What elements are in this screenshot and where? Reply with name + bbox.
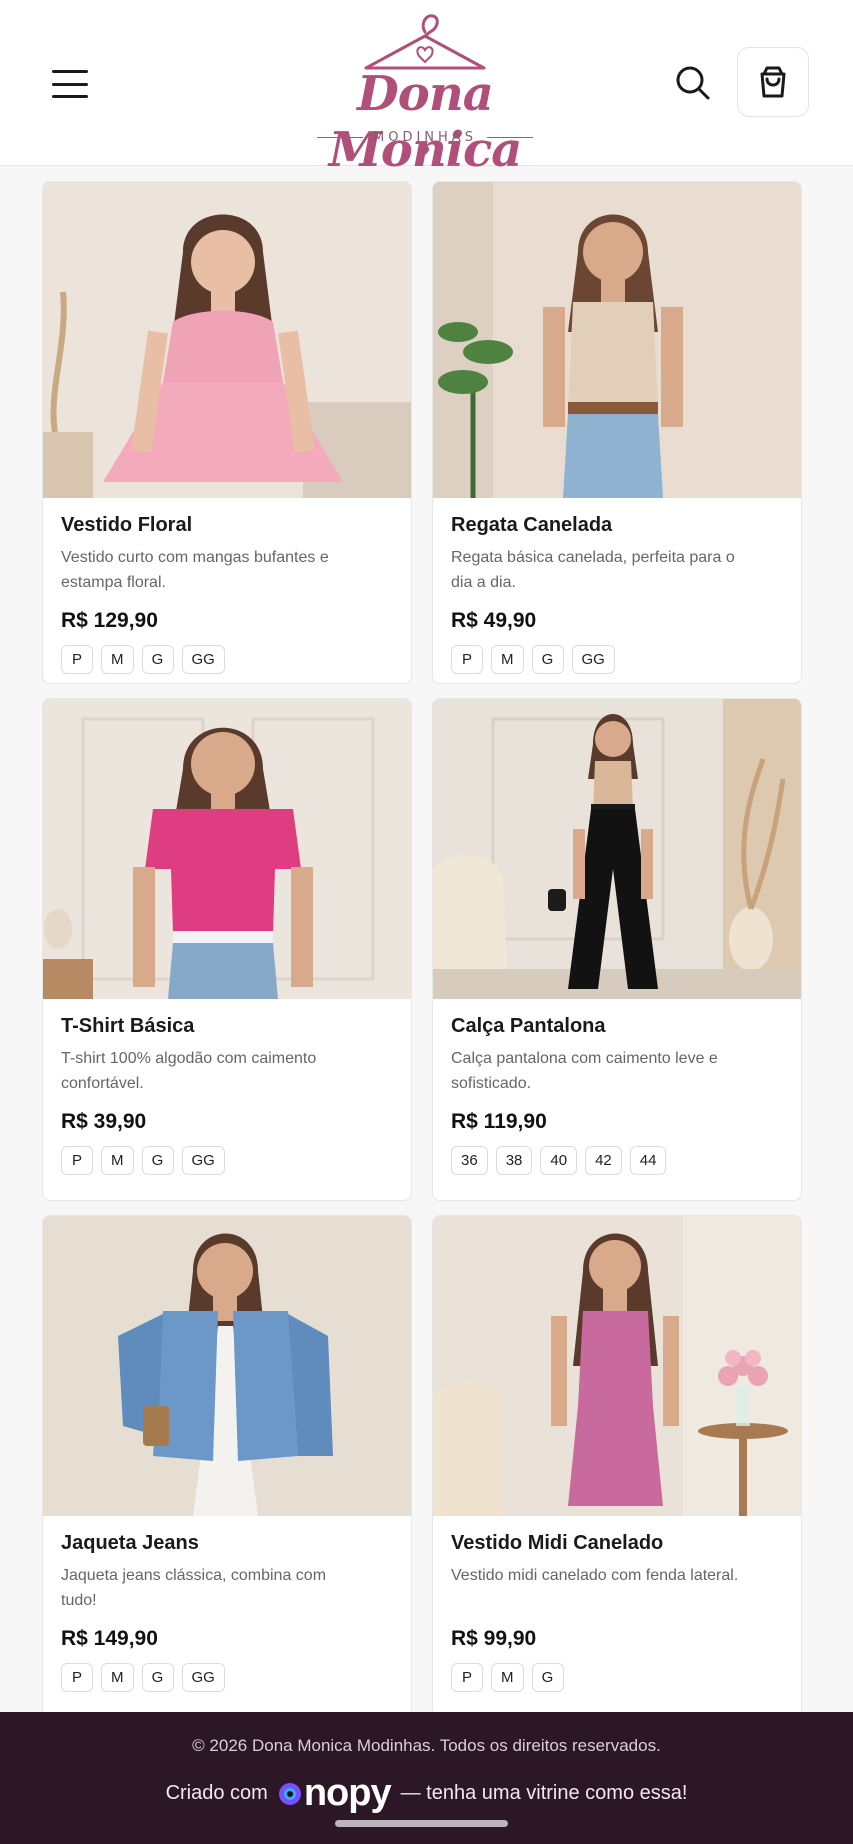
size-options: P M G GG [61, 1146, 393, 1175]
product-price: R$ 129,90 [61, 609, 158, 632]
product-description: T-shirt 100% algodão com caimento confor… [61, 1050, 317, 1092]
brand-subtitle: MODINHAS [280, 130, 570, 145]
size-option[interactable]: G [531, 1663, 564, 1692]
header: Dona Monica MODINHAS [0, 0, 853, 178]
footer-copyright: © 2026 Dona Monica Modinhas. Todos os di… [192, 1736, 661, 1755]
size-option[interactable]: 38 [495, 1146, 533, 1175]
size-option[interactable]: G [141, 1663, 174, 1692]
product-grid: Vestido Floral Vestido curto com mangas … [42, 181, 804, 1718]
size-option[interactable]: M [101, 1663, 134, 1692]
size-option[interactable]: 44 [629, 1146, 667, 1175]
product-price: R$ 49,90 [451, 609, 537, 632]
credit-suffix: — tenha uma vitrine como essa! [400, 1782, 688, 1804]
product-description: Vestido curto com mangas bufantes e esta… [61, 549, 329, 591]
product-price: R$ 39,90 [61, 1110, 147, 1133]
size-option[interactable]: M [491, 1663, 524, 1692]
product-card[interactable]: T-Shirt Básica T-shirt 100% algodão com … [42, 698, 412, 1201]
product-title: Vestido Midi Canelado [451, 1532, 664, 1554]
product-description: Jaqueta jeans clássica, combina com tudo… [61, 1567, 327, 1609]
size-options: 36 38 40 42 44 [451, 1146, 783, 1175]
product-card[interactable]: Calça Pantalona Calça pantalona com caim… [432, 698, 802, 1201]
size-option[interactable]: P [61, 645, 93, 674]
home-indicator [335, 1820, 508, 1827]
shopping-bag-icon [760, 66, 786, 98]
product-price: R$ 149,90 [61, 1627, 158, 1650]
search-icon[interactable] [668, 58, 718, 108]
nopy-wordmark: nopy [303, 1772, 392, 1814]
size-option[interactable]: 40 [540, 1146, 578, 1175]
brand-name: Dona Monica [328, 66, 523, 178]
size-option[interactable]: GG [571, 645, 615, 674]
product-image[interactable] [433, 699, 801, 999]
product-image[interactable] [43, 182, 411, 498]
product-price: R$ 99,90 [451, 1627, 537, 1650]
product-card[interactable]: Vestido Midi Canelado Vestido midi canel… [432, 1215, 802, 1718]
product-title: Calça Pantalona [451, 1015, 606, 1037]
product-description: Calça pantalona com caimento leve e sofi… [451, 1050, 718, 1092]
size-option[interactable]: 42 [585, 1146, 622, 1175]
product-card[interactable]: Jaqueta Jeans Jaqueta jeans clássica, co… [42, 1215, 412, 1718]
product-description: Vestido midi canelado com fenda lateral. [451, 1567, 739, 1584]
size-options: P M G [451, 1663, 783, 1692]
size-option[interactable]: P [451, 645, 483, 674]
size-options: P M G GG [451, 645, 783, 674]
size-option[interactable]: M [491, 645, 524, 674]
product-description: Regata básica canelada, perfeita para o … [451, 549, 735, 591]
size-option[interactable]: G [141, 1146, 174, 1175]
product-card[interactable]: Regata Canelada Regata básica canelada, … [432, 181, 802, 684]
credit-prefix: Criado com [165, 1782, 268, 1804]
brand-logo[interactable]: Dona Monica MODINHAS [280, 8, 570, 178]
product-image[interactable] [43, 1216, 411, 1516]
nopy-eye-icon [278, 1782, 301, 1805]
size-option[interactable]: G [531, 645, 564, 674]
size-option[interactable]: 36 [451, 1146, 488, 1175]
size-option[interactable]: GG [181, 645, 225, 674]
size-option[interactable]: GG [181, 1663, 225, 1692]
size-options: P M G GG [61, 645, 393, 674]
size-option[interactable]: G [141, 645, 174, 674]
size-option[interactable]: GG [181, 1146, 225, 1175]
product-price: R$ 119,90 [451, 1110, 547, 1133]
size-option[interactable]: M [101, 645, 134, 674]
product-image[interactable] [433, 182, 801, 498]
product-title: Vestido Floral [61, 514, 193, 536]
cart-button[interactable] [737, 47, 809, 117]
product-title: Jaqueta Jeans [61, 1532, 199, 1554]
product-image[interactable] [433, 1216, 801, 1516]
product-title: T-Shirt Básica [61, 1015, 195, 1037]
product-card[interactable]: Vestido Floral Vestido curto com mangas … [42, 181, 412, 684]
size-options: P M G GG [61, 1663, 393, 1692]
size-option[interactable]: M [101, 1146, 134, 1175]
size-option[interactable]: P [451, 1663, 483, 1692]
footer-credit[interactable]: Criado com nopy — tenha uma vitrine como… [0, 1772, 853, 1815]
size-option[interactable]: P [61, 1146, 93, 1175]
size-option[interactable]: P [61, 1663, 93, 1692]
nopy-logo[interactable]: nopy [278, 1772, 392, 1815]
product-title: Regata Canelada [451, 514, 613, 536]
menu-icon[interactable] [48, 66, 92, 102]
product-image[interactable] [43, 699, 411, 999]
